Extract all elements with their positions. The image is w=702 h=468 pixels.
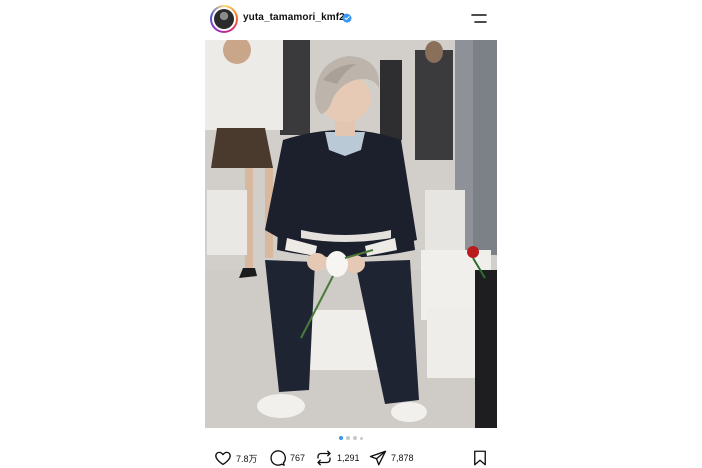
- verified-badge-icon: [342, 13, 352, 23]
- post-photo[interactable]: [205, 40, 497, 428]
- share-count: 7,878: [391, 453, 414, 463]
- like-count: 7.8万: [236, 453, 258, 464]
- comment-icon: [270, 450, 286, 466]
- share-action[interactable]: 7,878: [369, 449, 414, 467]
- avatar[interactable]: [210, 5, 238, 33]
- carousel-dot: [360, 436, 363, 440]
- instagram-post: yuta_tamamori_kmf2 7.8万 767 1,291 7,878: [205, 0, 497, 468]
- carousel-dot: [346, 436, 350, 440]
- repost-icon: [317, 450, 331, 466]
- repost-count: 1,291: [337, 453, 360, 463]
- photo-illustration: [205, 40, 497, 428]
- username[interactable]: yuta_tamamori_kmf2: [243, 12, 345, 23]
- post-header: yuta_tamamori_kmf2: [205, 0, 497, 40]
- menu-icon[interactable]: [471, 13, 487, 25]
- comment-count: 767: [290, 453, 306, 463]
- heart-icon: [215, 451, 231, 466]
- like-action[interactable]: 7.8万: [214, 449, 258, 467]
- bookmark-icon[interactable]: [471, 449, 489, 467]
- repost-action[interactable]: 1,291: [315, 449, 360, 467]
- post-actions-bar: 7.8万 767 1,291 7,878: [205, 448, 497, 468]
- carousel-dot-active: [339, 436, 343, 440]
- comment-action[interactable]: 767: [268, 449, 305, 467]
- carousel-indicator: [205, 434, 497, 442]
- carousel-dot: [353, 436, 357, 440]
- send-icon: [369, 450, 387, 466]
